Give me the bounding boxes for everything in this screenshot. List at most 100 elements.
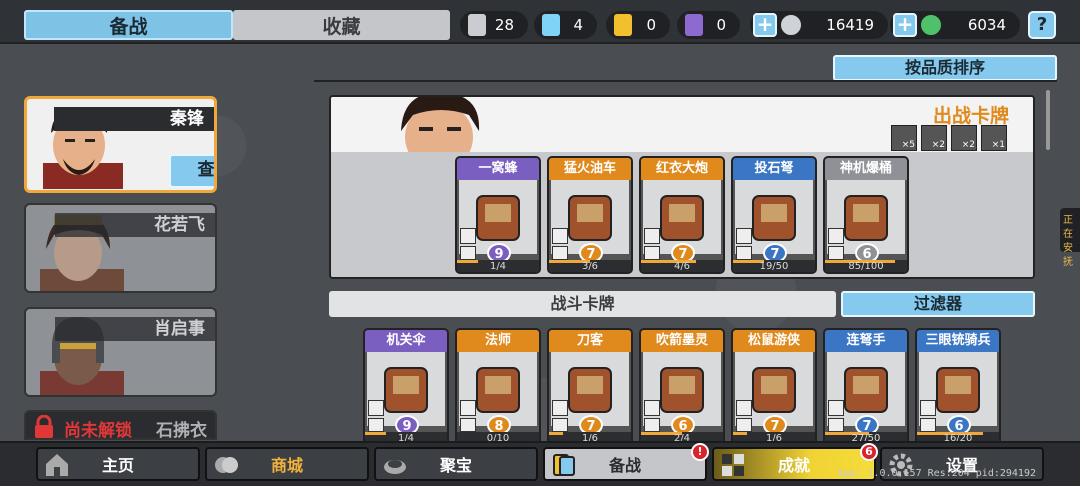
help-button[interactable]: ? bbox=[1028, 11, 1056, 39]
hero-name: 花若飞 bbox=[55, 213, 215, 237]
tab-collection[interactable]: 收藏 bbox=[233, 10, 450, 40]
card-type-icon bbox=[644, 228, 660, 244]
card-trait-icon bbox=[644, 418, 660, 432]
hero-name: 肖启事 bbox=[55, 317, 215, 341]
card-progress-text: 4/6 bbox=[673, 261, 691, 272]
card-progress-bar: 85/100 bbox=[825, 260, 907, 272]
achievements-icon bbox=[722, 454, 744, 476]
coin-count: 16419 bbox=[826, 16, 874, 34]
card[interactable]: 法师 8 0/10 bbox=[455, 328, 541, 446]
card-type-icon bbox=[828, 400, 844, 416]
hero-card-selected[interactable]: 秦锋 查看详情 bbox=[24, 96, 217, 193]
card-trait-icon bbox=[736, 246, 752, 260]
card-title: 一窝蜂 bbox=[457, 158, 539, 180]
deck-header: 出战卡牌 ×5 ×2 ×2 ×1 bbox=[331, 97, 1033, 152]
scrollbar[interactable] bbox=[1046, 90, 1050, 150]
card[interactable]: 连弩手 7 27/50 bbox=[823, 328, 909, 446]
blue-crystal-icon bbox=[540, 12, 562, 38]
hero-card[interactable]: 肖启事 bbox=[24, 307, 217, 397]
card-trait-icon bbox=[828, 246, 844, 260]
add-gems-button[interactable]: + bbox=[893, 13, 917, 37]
card[interactable]: 一窝蜂 9 1/4 bbox=[455, 156, 541, 274]
purple-shield-counter: 0 bbox=[677, 11, 740, 39]
add-coins-button[interactable]: + bbox=[753, 13, 777, 37]
card-title: 投石弩 bbox=[733, 158, 815, 180]
card[interactable]: 神机爆桶 6 85/100 bbox=[823, 156, 909, 274]
gold-shield-icon bbox=[612, 12, 634, 38]
skill-count: ×2 bbox=[931, 140, 945, 150]
card-type-icon bbox=[460, 400, 476, 416]
nav-prepare[interactable]: 备战 ! bbox=[543, 443, 709, 481]
card-type-icon bbox=[828, 228, 844, 244]
gem-counter: + 6034 bbox=[890, 11, 1020, 39]
card-type-icon bbox=[736, 400, 752, 416]
card[interactable]: 红衣大炮 7 4/6 bbox=[639, 156, 725, 274]
side-tooltip[interactable]: 正在 安抚 bbox=[1060, 208, 1080, 268]
sort-by-quality-button[interactable]: 按品质排序 bbox=[833, 55, 1057, 81]
card[interactable]: 松鼠游侠 7 1/6 bbox=[731, 328, 817, 446]
build-info: App: 1.0.0.157 Res:204 pid:294192 bbox=[837, 468, 1036, 479]
card-type-icon bbox=[920, 400, 936, 416]
hero-portrait bbox=[401, 97, 480, 152]
card[interactable]: 猛火油车 7 3/6 bbox=[547, 156, 633, 274]
coin-counter: + 16419 bbox=[750, 11, 888, 39]
skill-count: ×2 bbox=[961, 140, 975, 150]
card-title: 神机爆桶 bbox=[825, 158, 907, 180]
nav-treasure-label: 聚宝 bbox=[439, 456, 472, 475]
card[interactable]: 三眼铳骑兵 6 16/20 bbox=[915, 328, 1001, 446]
hero-card[interactable]: 花若飞 bbox=[24, 203, 217, 293]
card[interactable]: 吹箭墨灵 6 2/4 bbox=[639, 328, 725, 446]
nav-home-label: 主页 bbox=[101, 456, 134, 475]
gear-skill-icon: ×2 bbox=[951, 125, 977, 151]
home-icon bbox=[46, 454, 68, 476]
card-progress-text: 3/6 bbox=[581, 261, 599, 272]
purple-shield-count: 0 bbox=[716, 16, 726, 34]
silver-shield-count: 28 bbox=[494, 16, 514, 34]
card-title: 猛火油车 bbox=[549, 158, 631, 180]
card-progress-bar: 3/6 bbox=[549, 260, 631, 272]
card-type-icon bbox=[552, 400, 568, 416]
card-trait-icon bbox=[368, 418, 384, 432]
filter-button[interactable]: 过滤器 bbox=[841, 291, 1035, 317]
notification-badge: ! bbox=[691, 443, 709, 461]
nav-shop-label: 商城 bbox=[270, 456, 303, 475]
nav-shop[interactable]: 商城 bbox=[205, 447, 369, 481]
card-type-icon bbox=[460, 228, 476, 244]
top-bar: 备战 收藏 28 4 0 0 + 16419 + 6034 ? bbox=[0, 0, 1080, 44]
card-trait-icon bbox=[920, 418, 936, 432]
treasure-bowl-icon bbox=[384, 460, 406, 474]
card-progress-text: 19/50 bbox=[759, 261, 789, 272]
blue-crystal-count: 4 bbox=[573, 16, 583, 34]
card-trait-icon bbox=[828, 418, 844, 432]
view-details-button[interactable]: 查看详情 bbox=[169, 154, 214, 188]
card[interactable]: 投石弩 7 19/50 bbox=[731, 156, 817, 274]
card-progress-text: 1/4 bbox=[489, 261, 507, 272]
locked-hero-card[interactable]: 尚未解锁 石拂衣 bbox=[24, 410, 217, 440]
silver-coin-icon bbox=[779, 13, 803, 37]
card-type-icon bbox=[368, 400, 384, 416]
divider bbox=[314, 80, 1057, 82]
nav-home[interactable]: 主页 bbox=[36, 447, 200, 481]
card-progress-text: 85/100 bbox=[848, 261, 884, 272]
deck-title: 出战卡牌 bbox=[932, 105, 1009, 127]
card-type-icon bbox=[552, 228, 568, 244]
card-title: 松鼠游侠 bbox=[733, 330, 815, 352]
card-trait-icon bbox=[460, 246, 476, 260]
tab-prepare[interactable]: 备战 bbox=[24, 10, 233, 40]
battle-cards-header: 战斗卡牌 bbox=[329, 291, 836, 317]
card-title: 吹箭墨灵 bbox=[641, 330, 723, 352]
card[interactable]: 刀客 7 1/6 bbox=[547, 328, 633, 446]
crossbow-skill-icon: ×1 bbox=[981, 125, 1007, 151]
card-type-icon bbox=[644, 400, 660, 416]
purple-shield-icon bbox=[683, 12, 705, 38]
card[interactable]: 机关伞 9 1/4 bbox=[363, 328, 449, 446]
card-title: 刀客 bbox=[549, 330, 631, 352]
nav-treasure[interactable]: 聚宝 bbox=[374, 447, 538, 481]
nav-achievements-label: 成就 bbox=[777, 456, 810, 475]
locked-status: 尚未解锁 bbox=[64, 421, 132, 440]
silver-shield-icon bbox=[466, 12, 488, 38]
skill-count: ×5 bbox=[901, 140, 915, 150]
bottom-nav: 主页 商城 聚宝 备战 ! 成就 6 设置 bbox=[0, 441, 1080, 486]
silver-shield-counter: 28 bbox=[460, 11, 528, 39]
nav-prepare-label: 备战 bbox=[608, 456, 641, 475]
